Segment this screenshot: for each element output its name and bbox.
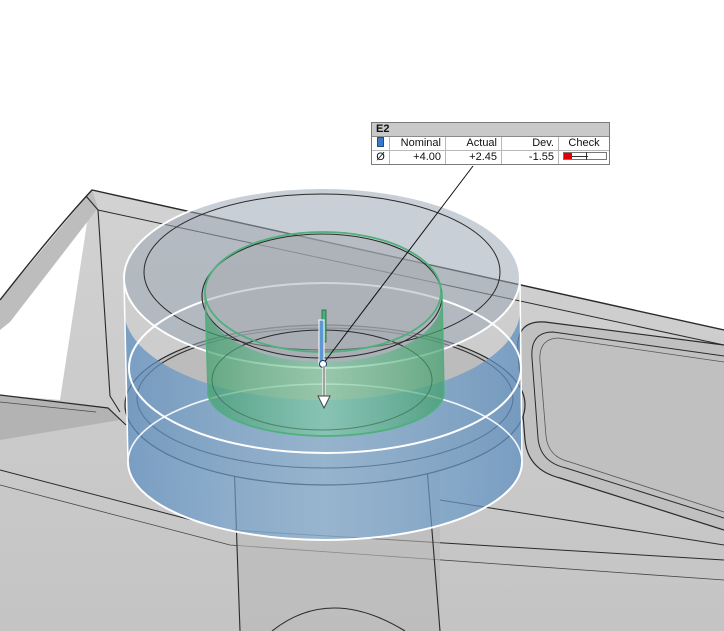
check-tick: [586, 152, 587, 161]
label-value-row: Ø +4.00 +2.45 -1.55: [372, 151, 609, 164]
value-nominal: +4.00: [390, 151, 446, 164]
value-actual: +2.45: [446, 151, 502, 164]
check-gauge: [563, 152, 607, 161]
3d-viewport[interactable]: [0, 0, 724, 631]
label-header-row: Nominal Actual Dev. Check: [372, 137, 609, 151]
part-scene[interactable]: [0, 0, 724, 631]
nominal-axis-marker[interactable]: [318, 319, 325, 365]
header-deviation: Dev.: [502, 137, 559, 150]
header-nominal: Nominal: [390, 137, 446, 150]
check-fill: [564, 153, 572, 160]
header-actual: Actual: [446, 137, 502, 150]
label-title: E2: [372, 123, 609, 137]
value-deviation: -1.55: [502, 151, 559, 164]
nominal-marker-cell: [372, 137, 390, 150]
blue-bar-icon: [377, 137, 384, 148]
diameter-symbol: Ø: [372, 151, 390, 164]
measurement-label[interactable]: E2 Nominal Actual Dev. Check Ø +4.00 +2.…: [371, 122, 610, 165]
check-cell: [559, 151, 609, 164]
header-check: Check: [568, 137, 600, 149]
